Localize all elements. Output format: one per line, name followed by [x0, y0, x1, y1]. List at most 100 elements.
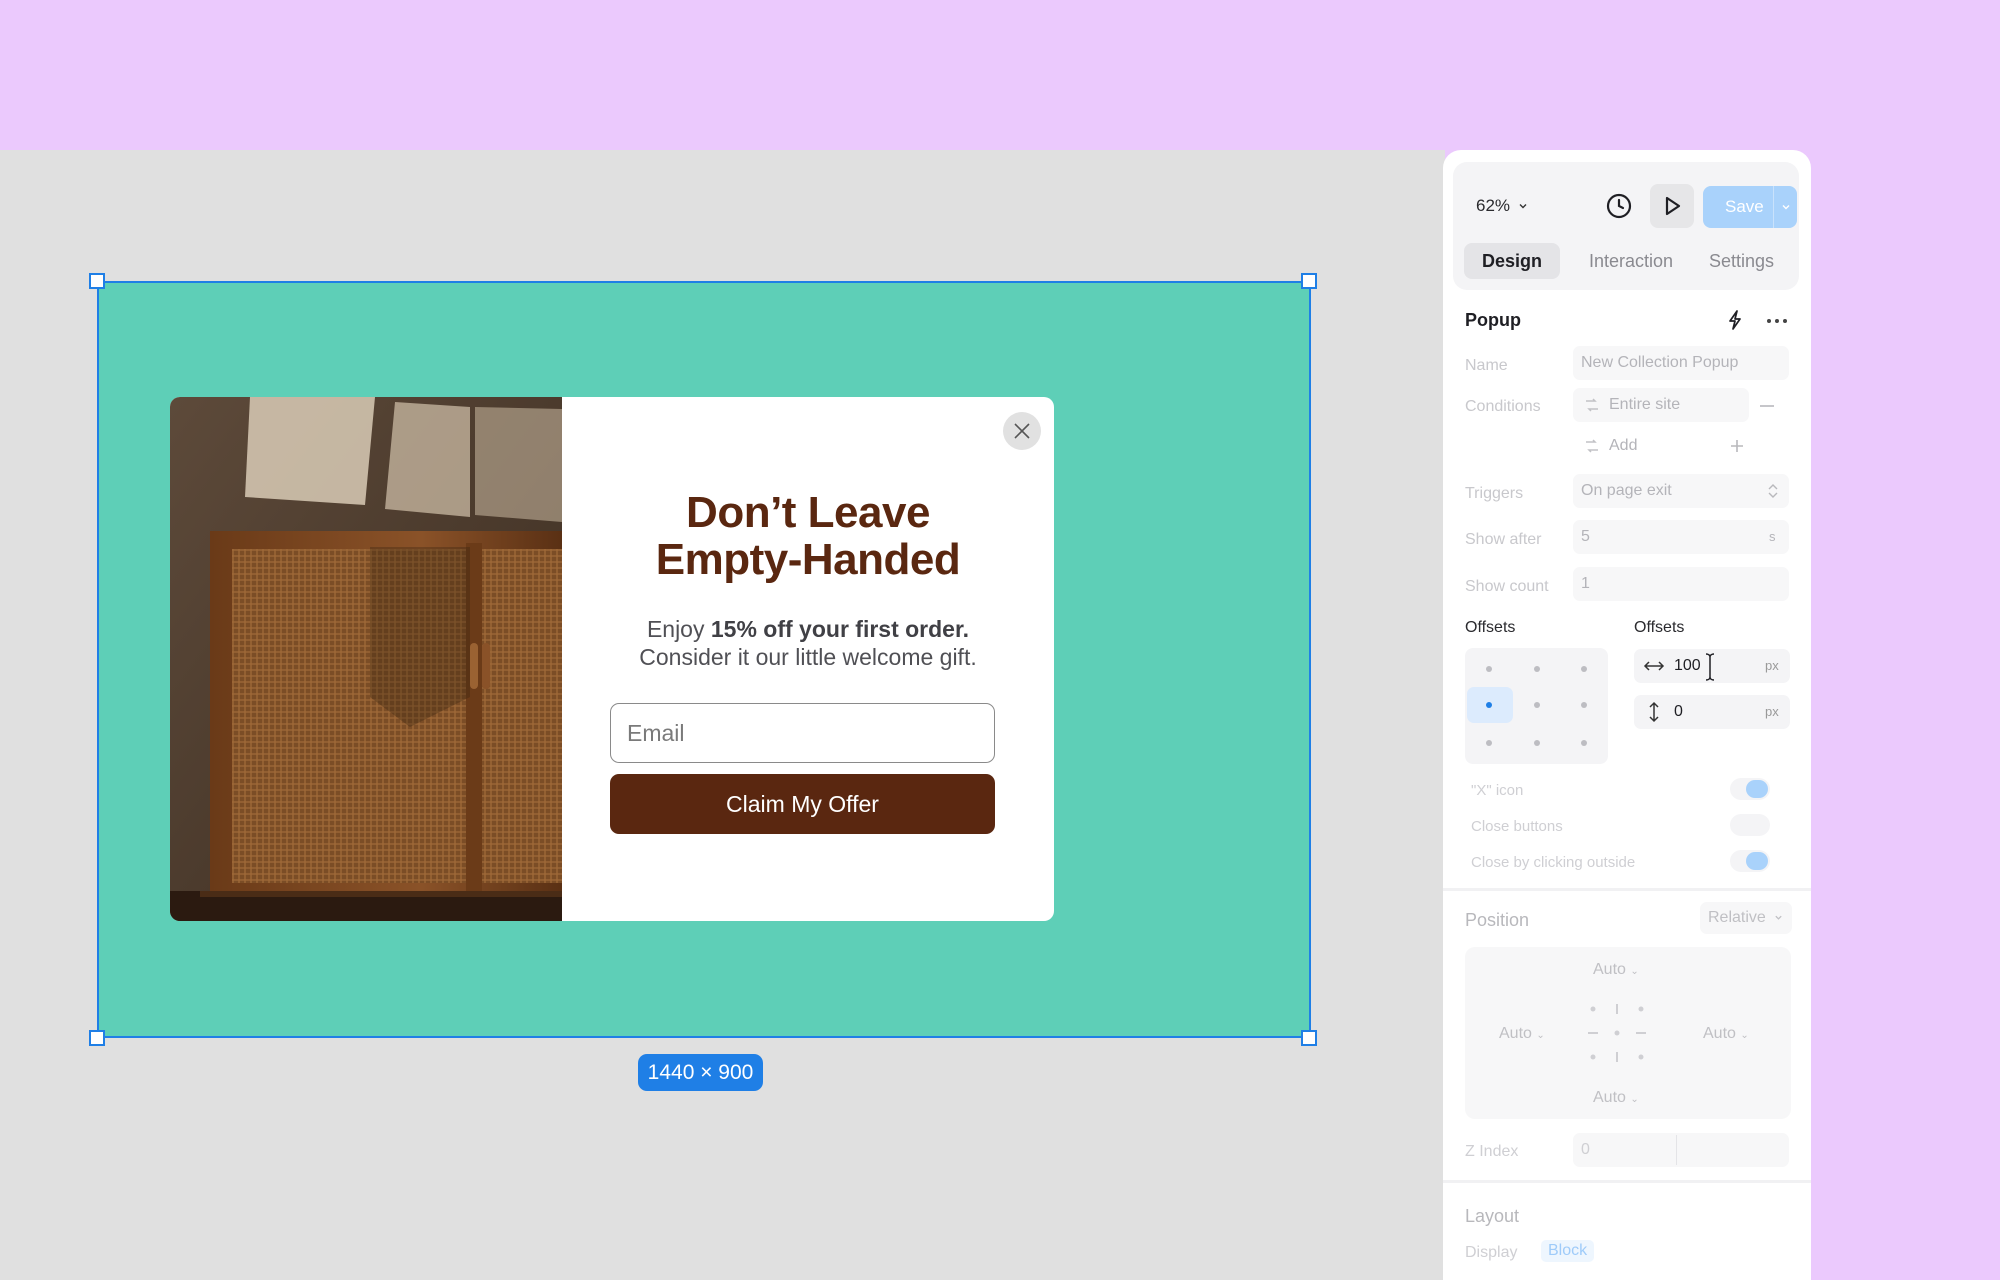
position-bottom-value: Auto: [1593, 1089, 1626, 1106]
position-top-select[interactable]: Auto ⌄: [1593, 961, 1639, 979]
add-condition[interactable]: Add: [1573, 429, 1749, 463]
subtitle-intro: Enjoy: [646, 616, 711, 642]
condition-icon: [1586, 398, 1598, 412]
play-icon: [1665, 196, 1681, 216]
show-after-unit: s: [1769, 529, 1776, 544]
position-box: Auto ⌄ Auto ⌄ Auto ⌄ Auto ⌄: [1465, 947, 1791, 1119]
anchor-grid[interactable]: [1465, 648, 1608, 764]
show-after-value: 5: [1581, 528, 1590, 545]
popup-title: Don’t Leave Empty-Handed: [562, 489, 1054, 583]
x-icon-label: "X" icon: [1471, 782, 1524, 799]
anchor-top-left[interactable]: [1486, 666, 1492, 672]
plus-icon[interactable]: [1729, 438, 1745, 454]
offset-y-value: 0: [1674, 703, 1683, 720]
divider: [1443, 888, 1811, 891]
save-label: Save: [1725, 197, 1764, 216]
claim-offer-button[interactable]: Claim My Offer: [610, 774, 995, 834]
popup-subtitle: Enjoy 15% off your first order. Consider…: [562, 615, 1054, 671]
zoom-select[interactable]: 62%: [1476, 196, 1528, 216]
frame-size-badge: 1440 × 900: [638, 1054, 763, 1091]
properties-panel: 62% Save Design Interaction Settings Pop…: [1443, 150, 1811, 1280]
resize-handle-bottom-right[interactable]: [1301, 1030, 1317, 1046]
z-index-field[interactable]: 0: [1573, 1133, 1789, 1167]
z-index-label: Z Index: [1465, 1143, 1519, 1160]
field-separator: [1676, 1135, 1677, 1165]
tab-interaction[interactable]: Interaction: [1589, 243, 1673, 279]
show-count-field[interactable]: 1: [1573, 567, 1789, 601]
anchor-middle-right[interactable]: [1581, 702, 1587, 708]
resize-handle-top-left[interactable]: [89, 273, 105, 289]
trigger-value: On page exit: [1581, 482, 1672, 499]
name-value: New Collection Popup: [1581, 354, 1739, 371]
save-options-button[interactable]: [1773, 186, 1797, 228]
triggers-select[interactable]: On page exit: [1573, 474, 1789, 508]
popup-title-line1: Don’t Leave: [686, 488, 930, 537]
bolt-icon[interactable]: [1726, 309, 1744, 331]
conditions-label: Conditions: [1465, 398, 1541, 415]
popup-card[interactable]: Don’t Leave Empty-Handed Enjoy 15% off y…: [170, 397, 1054, 921]
zoom-value: 62%: [1476, 196, 1511, 215]
condition-entire-site[interactable]: Entire site: [1573, 388, 1749, 422]
remove-icon[interactable]: [1759, 404, 1775, 408]
show-after-label: Show after: [1465, 531, 1542, 548]
offsets-values-label: Offsets: [1634, 619, 1685, 636]
position-mode-value: Relative: [1708, 909, 1766, 926]
x-icon-toggle[interactable]: [1730, 778, 1770, 800]
condition-icon: [1586, 439, 1598, 453]
history-button[interactable]: [1597, 184, 1641, 228]
email-field[interactable]: [610, 703, 995, 763]
subtitle-line2: Consider it our little welcome gift.: [639, 644, 977, 670]
popup-close-button[interactable]: [1003, 412, 1041, 450]
position-right-value: Auto: [1703, 1025, 1736, 1042]
chevron-down-icon: [1519, 204, 1527, 209]
close-icon: [1014, 423, 1030, 439]
offset-x-unit: px: [1765, 658, 1779, 673]
history-icon: [1606, 193, 1632, 219]
preview-button[interactable]: [1650, 184, 1694, 228]
anchor-bottom-center[interactable]: [1534, 740, 1540, 746]
chevron-updown-icon: [1768, 484, 1778, 498]
close-outside-toggle[interactable]: [1730, 850, 1770, 872]
toggle-knob: [1746, 852, 1768, 870]
position-grid-icon: [1588, 1004, 1646, 1062]
display-value[interactable]: Block: [1541, 1240, 1595, 1262]
toggle-knob: [1746, 780, 1768, 798]
position-mode-select[interactable]: Relative: [1700, 902, 1792, 934]
close-buttons-label: Close buttons: [1471, 818, 1563, 835]
anchor-top-right[interactable]: [1581, 666, 1587, 672]
anchor-top-center[interactable]: [1534, 666, 1540, 672]
close-outside-label: Close by clicking outside: [1471, 854, 1636, 871]
close-buttons-toggle[interactable]: [1730, 814, 1770, 836]
text-cursor-icon: [1705, 653, 1715, 681]
position-left-select[interactable]: Auto ⌄: [1499, 1025, 1545, 1043]
show-count-label: Show count: [1465, 578, 1549, 595]
anchor-bottom-left[interactable]: [1486, 740, 1492, 746]
tab-settings[interactable]: Settings: [1709, 243, 1774, 279]
triggers-label: Triggers: [1465, 485, 1524, 502]
z-index-value: 0: [1581, 1141, 1590, 1158]
chevron-down-icon: [1775, 915, 1782, 920]
tab-design[interactable]: Design: [1464, 243, 1560, 279]
position-left-value: Auto: [1499, 1025, 1532, 1042]
popup-image: [170, 397, 562, 921]
show-after-field[interactable]: 5 s: [1573, 520, 1789, 554]
offsets-anchor-label: Offsets: [1465, 619, 1516, 636]
horizontal-arrows-icon: [1643, 661, 1665, 671]
save-button[interactable]: Save: [1703, 186, 1797, 228]
position-bottom-select[interactable]: Auto ⌄: [1593, 1089, 1639, 1107]
subtitle-offer: 15% off your first order.: [710, 616, 970, 642]
position-right-select[interactable]: Auto ⌄: [1703, 1025, 1749, 1043]
name-field[interactable]: New Collection Popup: [1573, 346, 1789, 380]
resize-handle-bottom-left[interactable]: [89, 1030, 105, 1046]
offset-y-field[interactable]: 0 px: [1634, 695, 1790, 729]
more-options-icon[interactable]: [1766, 318, 1788, 324]
condition-value: Entire site: [1609, 396, 1681, 413]
anchor-center[interactable]: [1534, 702, 1540, 708]
popup-title-line2: Empty-Handed: [655, 535, 961, 584]
anchor-middle-left[interactable]: [1486, 702, 1492, 708]
anchor-bottom-right[interactable]: [1581, 740, 1587, 746]
vertical-arrows-icon: [1649, 701, 1659, 723]
offset-x-field[interactable]: 100 px: [1634, 649, 1790, 683]
offset-x-value: 100: [1674, 657, 1701, 674]
resize-handle-top-right[interactable]: [1301, 273, 1317, 289]
